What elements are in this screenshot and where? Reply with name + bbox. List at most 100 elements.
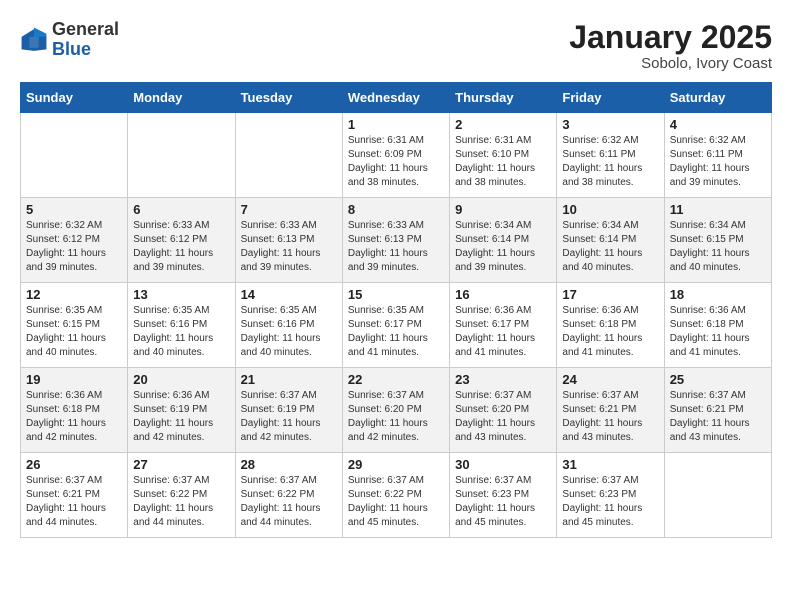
logo-text: General Blue — [52, 20, 119, 60]
day-number: 4 — [670, 117, 766, 132]
calendar-cell: 7 Sunrise: 6:33 AM Sunset: 6:13 PM Daylig… — [235, 198, 342, 283]
day-number: 20 — [133, 372, 229, 387]
calendar-cell: 12 Sunrise: 6:35 AM Sunset: 6:15 PM Dayli… — [21, 283, 128, 368]
header-tuesday: Tuesday — [235, 83, 342, 113]
calendar-cell: 19 Sunrise: 6:36 AM Sunset: 6:18 PM Dayli… — [21, 368, 128, 453]
day-info: Sunrise: 6:32 AM Sunset: 6:11 PM Dayligh… — [670, 134, 766, 190]
page: General Blue January 2025 Sobolo, Ivory … — [0, 0, 792, 548]
day-number: 28 — [241, 457, 337, 472]
day-number: 17 — [562, 287, 658, 302]
day-info: Sunrise: 6:37 AM Sunset: 6:21 PM Dayligh… — [562, 389, 658, 445]
day-info: Sunrise: 6:37 AM Sunset: 6:20 PM Dayligh… — [455, 389, 551, 445]
day-number: 16 — [455, 287, 551, 302]
day-info: Sunrise: 6:37 AM Sunset: 6:19 PM Dayligh… — [241, 389, 337, 445]
header-sunday: Sunday — [21, 83, 128, 113]
day-info: Sunrise: 6:35 AM Sunset: 6:17 PM Dayligh… — [348, 304, 444, 360]
day-info: Sunrise: 6:35 AM Sunset: 6:16 PM Dayligh… — [241, 304, 337, 360]
week-row-1: 5Sunrise: 6:32 AM Sunset: 6:12 PM Daylig… — [21, 198, 772, 283]
day-number: 18 — [670, 287, 766, 302]
day-number: 5 — [26, 202, 122, 217]
calendar-cell: 9 Sunrise: 6:34 AM Sunset: 6:14 PM Daylig… — [450, 198, 557, 283]
day-info: Sunrise: 6:32 AM Sunset: 6:11 PM Dayligh… — [562, 134, 658, 190]
day-number: 6 — [133, 202, 229, 217]
day-number: 9 — [455, 202, 551, 217]
day-info: Sunrise: 6:37 AM Sunset: 6:22 PM Dayligh… — [133, 474, 229, 530]
week-row-4: 26Sunrise: 6:37 AM Sunset: 6:21 PM Dayli… — [21, 453, 772, 538]
day-number: 7 — [241, 202, 337, 217]
day-number: 8 — [348, 202, 444, 217]
calendar-cell: 2Sunrise: 6:31 AM Sunset: 6:10 PM Daylig… — [450, 113, 557, 198]
header-friday: Friday — [557, 83, 664, 113]
month-title: January 2025 — [569, 20, 772, 55]
week-row-2: 12 Sunrise: 6:35 AM Sunset: 6:15 PM Dayli… — [21, 283, 772, 368]
header: General Blue January 2025 Sobolo, Ivory … — [20, 20, 772, 72]
day-number: 30 — [455, 457, 551, 472]
logo-blue-label: Blue — [52, 40, 119, 60]
day-number: 12 — [26, 287, 122, 302]
week-row-3: 19 Sunrise: 6:36 AM Sunset: 6:18 PM Dayli… — [21, 368, 772, 453]
day-number: 11 — [670, 202, 766, 217]
day-info: Sunrise: 6:34 AM Sunset: 6:14 PM Dayligh… — [562, 219, 658, 275]
day-number: 31 — [562, 457, 658, 472]
calendar-cell — [21, 113, 128, 198]
calendar-cell: 5Sunrise: 6:32 AM Sunset: 6:12 PM Daylig… — [21, 198, 128, 283]
calendar-cell: 31 Sunrise: 6:37 AM Sunset: 6:23 PM Dayli… — [557, 453, 664, 538]
calendar-cell: 23 Sunrise: 6:37 AM Sunset: 6:20 PM Dayli… — [450, 368, 557, 453]
day-info: Sunrise: 6:37 AM Sunset: 6:22 PM Dayligh… — [348, 474, 444, 530]
calendar-cell — [664, 453, 771, 538]
day-number: 10 — [562, 202, 658, 217]
location: Sobolo, Ivory Coast — [569, 55, 772, 72]
day-number: 15 — [348, 287, 444, 302]
day-info: Sunrise: 6:31 AM Sunset: 6:10 PM Dayligh… — [455, 134, 551, 190]
logo-icon — [20, 26, 48, 54]
calendar-cell: 21Sunrise: 6:37 AM Sunset: 6:19 PM Dayli… — [235, 368, 342, 453]
day-info: Sunrise: 6:36 AM Sunset: 6:18 PM Dayligh… — [670, 304, 766, 360]
header-saturday: Saturday — [664, 83, 771, 113]
day-info: Sunrise: 6:37 AM Sunset: 6:21 PM Dayligh… — [26, 474, 122, 530]
calendar-cell: 24Sunrise: 6:37 AM Sunset: 6:21 PM Dayli… — [557, 368, 664, 453]
day-number: 23 — [455, 372, 551, 387]
day-info: Sunrise: 6:34 AM Sunset: 6:15 PM Dayligh… — [670, 219, 766, 275]
day-number: 19 — [26, 372, 122, 387]
day-info: Sunrise: 6:33 AM Sunset: 6:13 PM Dayligh… — [348, 219, 444, 275]
day-info: Sunrise: 6:36 AM Sunset: 6:18 PM Dayligh… — [562, 304, 658, 360]
day-number: 14 — [241, 287, 337, 302]
calendar-cell: 17 Sunrise: 6:36 AM Sunset: 6:18 PM Dayli… — [557, 283, 664, 368]
calendar-cell: 11 Sunrise: 6:34 AM Sunset: 6:15 PM Dayli… — [664, 198, 771, 283]
calendar-cell — [128, 113, 235, 198]
day-info: Sunrise: 6:34 AM Sunset: 6:14 PM Dayligh… — [455, 219, 551, 275]
calendar-cell: 14 Sunrise: 6:35 AM Sunset: 6:16 PM Dayli… — [235, 283, 342, 368]
calendar-cell: 4 Sunrise: 6:32 AM Sunset: 6:11 PM Daylig… — [664, 113, 771, 198]
calendar-cell: 13Sunrise: 6:35 AM Sunset: 6:16 PM Dayli… — [128, 283, 235, 368]
day-number: 27 — [133, 457, 229, 472]
weekday-header-row: Sunday Monday Tuesday Wednesday Thursday… — [21, 83, 772, 113]
calendar-cell: 18 Sunrise: 6:36 AM Sunset: 6:18 PM Dayli… — [664, 283, 771, 368]
calendar-cell: 15 Sunrise: 6:35 AM Sunset: 6:17 PM Dayli… — [342, 283, 449, 368]
day-number: 13 — [133, 287, 229, 302]
day-info: Sunrise: 6:35 AM Sunset: 6:15 PM Dayligh… — [26, 304, 122, 360]
header-thursday: Thursday — [450, 83, 557, 113]
day-info: Sunrise: 6:36 AM Sunset: 6:18 PM Dayligh… — [26, 389, 122, 445]
day-number: 25 — [670, 372, 766, 387]
day-info: Sunrise: 6:37 AM Sunset: 6:23 PM Dayligh… — [562, 474, 658, 530]
title-block: January 2025 Sobolo, Ivory Coast — [569, 20, 772, 72]
logo-general-label: General — [52, 20, 119, 40]
calendar-cell: 16Sunrise: 6:36 AM Sunset: 6:17 PM Dayli… — [450, 283, 557, 368]
day-info: Sunrise: 6:37 AM Sunset: 6:21 PM Dayligh… — [670, 389, 766, 445]
calendar-cell: 3Sunrise: 6:32 AM Sunset: 6:11 PM Daylig… — [557, 113, 664, 198]
calendar-cell: 28Sunrise: 6:37 AM Sunset: 6:22 PM Dayli… — [235, 453, 342, 538]
calendar-cell: 26Sunrise: 6:37 AM Sunset: 6:21 PM Dayli… — [21, 453, 128, 538]
calendar-cell: 20Sunrise: 6:36 AM Sunset: 6:19 PM Dayli… — [128, 368, 235, 453]
day-info: Sunrise: 6:33 AM Sunset: 6:12 PM Dayligh… — [133, 219, 229, 275]
day-info: Sunrise: 6:37 AM Sunset: 6:23 PM Dayligh… — [455, 474, 551, 530]
calendar-cell: 8 Sunrise: 6:33 AM Sunset: 6:13 PM Daylig… — [342, 198, 449, 283]
calendar-cell: 27 Sunrise: 6:37 AM Sunset: 6:22 PM Dayli… — [128, 453, 235, 538]
day-info: Sunrise: 6:33 AM Sunset: 6:13 PM Dayligh… — [241, 219, 337, 275]
header-wednesday: Wednesday — [342, 83, 449, 113]
week-row-0: 1Sunrise: 6:31 AM Sunset: 6:09 PM Daylig… — [21, 113, 772, 198]
calendar-cell: 25 Sunrise: 6:37 AM Sunset: 6:21 PM Dayli… — [664, 368, 771, 453]
calendar-cell: 1Sunrise: 6:31 AM Sunset: 6:09 PM Daylig… — [342, 113, 449, 198]
calendar-cell: 22Sunrise: 6:37 AM Sunset: 6:20 PM Dayli… — [342, 368, 449, 453]
calendar-cell — [235, 113, 342, 198]
calendar-cell: 30 Sunrise: 6:37 AM Sunset: 6:23 PM Dayli… — [450, 453, 557, 538]
